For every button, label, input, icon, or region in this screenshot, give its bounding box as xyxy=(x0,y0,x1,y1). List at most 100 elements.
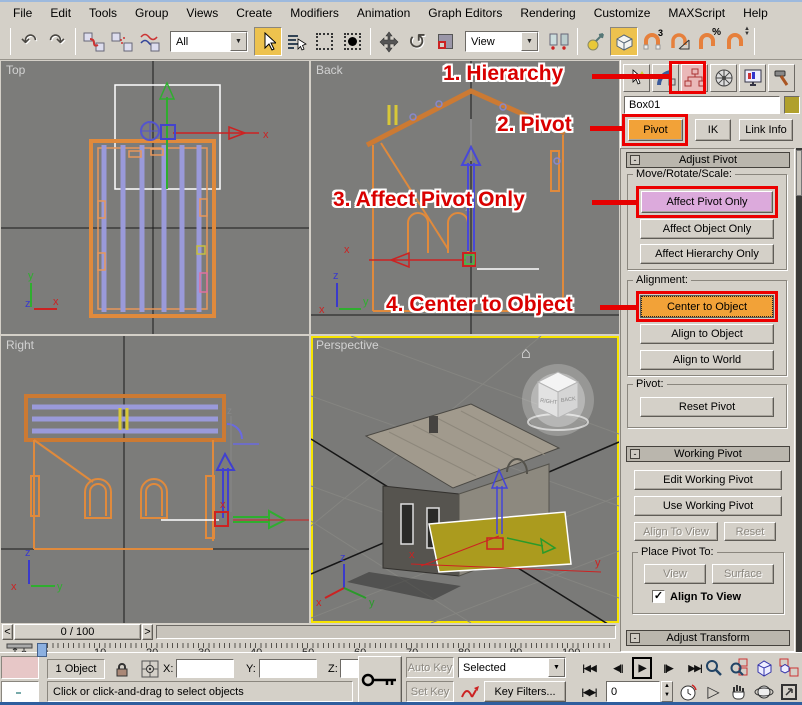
time-slider-track[interactable] xyxy=(156,625,616,639)
percent-snap-button[interactable]: % xyxy=(694,27,722,56)
pan-button[interactable] xyxy=(727,681,750,703)
current-frame-field[interactable]: 0 xyxy=(606,681,660,702)
ik-tab-button[interactable]: IK xyxy=(695,119,731,141)
play-button[interactable]: ▶ xyxy=(632,657,652,679)
spinner-snap-button[interactable]: ▲▼ xyxy=(722,27,750,56)
reset-button[interactable]: Reset xyxy=(724,522,776,541)
select-and-scale-button[interactable] xyxy=(431,27,459,56)
rectangular-selection-region-button[interactable] xyxy=(310,27,338,56)
default-in-out-tangents-button[interactable] xyxy=(458,681,481,703)
chevron-down-icon[interactable]: ▼ xyxy=(548,658,565,677)
tab-hierarchy[interactable] xyxy=(681,64,708,92)
selection-filter-dropdown[interactable]: All▼ xyxy=(170,31,248,52)
pivot-tab-button[interactable]: Pivot xyxy=(628,119,683,141)
reference-coordinate-dropdown[interactable]: View▼ xyxy=(465,31,539,52)
zoom-all-button[interactable] xyxy=(727,657,750,679)
previous-frame-button[interactable]: ◀|| xyxy=(606,657,630,679)
zoom-extents-all-button[interactable] xyxy=(777,657,800,679)
affect-pivot-only-button[interactable]: Affect Pivot Only xyxy=(641,191,773,213)
menu-item[interactable]: Edit xyxy=(41,3,80,23)
redo-button[interactable]: ↷ xyxy=(43,27,71,56)
arc-rotate-button[interactable] xyxy=(752,681,775,703)
menu-item[interactable]: Group xyxy=(126,3,177,23)
spinner-up-icon[interactable]: ▲ xyxy=(664,683,670,689)
tab-display[interactable] xyxy=(739,64,766,92)
set-key-button[interactable]: Set Key xyxy=(406,681,454,702)
menu-item[interactable]: Rendering xyxy=(511,3,584,23)
menu-item[interactable]: Views xyxy=(177,3,227,23)
time-slider-prev-button[interactable]: < xyxy=(2,624,13,640)
undo-button[interactable]: ↶ xyxy=(15,27,43,56)
collapse-icon[interactable]: - xyxy=(630,155,640,165)
select-and-manipulate-button[interactable] xyxy=(582,27,610,56)
time-slider-next-button[interactable]: > xyxy=(142,624,153,640)
chevron-down-icon[interactable]: ▼ xyxy=(230,32,247,51)
go-to-start-button[interactable]: |◀◀ xyxy=(576,657,602,679)
scrollbar-thumb[interactable] xyxy=(796,150,802,196)
menu-item[interactable]: File xyxy=(4,3,41,23)
use-working-pivot-button[interactable]: Use Working Pivot xyxy=(634,496,782,516)
adjust-pivot-rollout-header[interactable]: -Adjust Pivot xyxy=(626,152,790,168)
align-to-view-button[interactable]: Align To View xyxy=(634,522,718,541)
absolute-offset-toggle[interactable] xyxy=(138,658,161,680)
center-to-object-button[interactable]: Center to Object xyxy=(641,296,773,317)
unlink-selection-button[interactable] xyxy=(108,27,136,56)
snap-toggle-3d-button[interactable]: 3 xyxy=(638,27,666,56)
select-object-button[interactable] xyxy=(254,27,282,56)
affect-hierarchy-only-button[interactable]: Affect Hierarchy Only xyxy=(640,244,774,264)
link-info-tab-button[interactable]: Link Info xyxy=(739,119,793,141)
surface-button[interactable]: Surface xyxy=(712,564,774,584)
menu-item[interactable]: Animation xyxy=(348,3,419,23)
align-to-object-button[interactable]: Align to Object xyxy=(640,324,774,344)
maxscript-mini-listener[interactable] xyxy=(1,681,39,704)
zoom-extents-button[interactable] xyxy=(752,657,775,679)
key-mode-toggle[interactable]: |◀▶| xyxy=(576,681,602,703)
frame-spinner[interactable]: ▲▼ xyxy=(661,681,673,702)
tab-utilities[interactable] xyxy=(768,64,795,92)
snaps-toggle-button[interactable] xyxy=(610,27,638,56)
viewport-perspective[interactable]: Perspective x y xyxy=(311,336,619,623)
reset-pivot-button[interactable]: Reset Pivot xyxy=(640,397,774,417)
maximize-viewport-toggle[interactable] xyxy=(777,681,800,703)
align-to-world-button[interactable]: Align to World xyxy=(640,350,774,370)
menu-item[interactable]: Customize xyxy=(585,3,660,23)
select-and-move-button[interactable] xyxy=(375,27,403,56)
angle-snap-button[interactable] xyxy=(666,27,694,56)
menu-item[interactable]: Tools xyxy=(80,3,126,23)
menu-item[interactable]: Modifiers xyxy=(281,3,348,23)
time-slider-button[interactable]: 0 / 100 xyxy=(14,624,141,640)
working-pivot-rollout-header[interactable]: -Working Pivot xyxy=(626,446,790,462)
mirror-button[interactable] xyxy=(545,27,573,56)
x-coordinate-field[interactable] xyxy=(176,659,234,678)
auto-key-button[interactable]: Auto Key xyxy=(406,657,454,678)
viewport-right[interactable]: Right z x zxy xyxy=(1,336,309,623)
field-of-view-button[interactable]: ▷ xyxy=(702,681,725,703)
macro-recorder-mini-listener[interactable] xyxy=(1,656,39,679)
time-slider-thumb[interactable] xyxy=(37,643,47,657)
chevron-down-icon[interactable]: ▼ xyxy=(521,32,538,51)
menu-item[interactable]: MAXScript xyxy=(659,3,734,23)
window-crossing-button[interactable] xyxy=(338,27,366,56)
object-color-swatch[interactable] xyxy=(784,96,800,114)
object-name-field[interactable] xyxy=(624,96,780,114)
menu-item[interactable]: Graph Editors xyxy=(419,3,511,23)
select-by-name-button[interactable] xyxy=(282,27,310,56)
menu-item[interactable]: Help xyxy=(734,3,777,23)
edit-working-pivot-button[interactable]: Edit Working Pivot xyxy=(634,470,782,490)
viewport-top[interactable]: Top x yzx xyxy=(1,61,309,334)
key-filters-button[interactable]: Key Filters... xyxy=(484,681,566,702)
collapse-icon[interactable]: - xyxy=(630,633,640,643)
align-to-view-checkbox[interactable]: ✓Align To View xyxy=(652,590,741,603)
tab-motion[interactable] xyxy=(710,64,737,92)
zoom-button[interactable] xyxy=(702,657,725,679)
panel-scrollbar[interactable] xyxy=(796,148,802,652)
menu-item[interactable]: Create xyxy=(227,3,281,23)
affect-object-only-button[interactable]: Affect Object Only xyxy=(640,219,774,239)
y-coordinate-field[interactable] xyxy=(259,659,317,678)
bind-to-space-warp-button[interactable] xyxy=(136,27,164,56)
adjust-transform-rollout-header[interactable]: -Adjust Transform xyxy=(626,630,790,646)
time-configuration-button[interactable] xyxy=(676,681,699,703)
selection-lock-toggle[interactable] xyxy=(110,658,133,680)
select-and-rotate-button[interactable]: ↺ xyxy=(403,27,431,56)
next-frame-button[interactable]: ||▶ xyxy=(656,657,680,679)
